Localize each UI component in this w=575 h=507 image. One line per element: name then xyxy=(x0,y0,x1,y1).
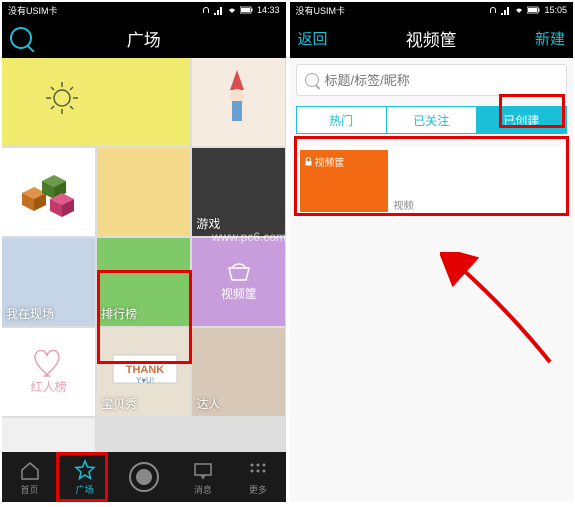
home-icon xyxy=(19,459,41,481)
nav-home[interactable]: 首页 xyxy=(19,459,41,496)
more-icon xyxy=(247,459,269,481)
tile-game[interactable]: 游戏 xyxy=(192,148,285,236)
status-bar: 没有USIM卡 14:33 xyxy=(2,2,286,18)
tile-label: 我在现场 xyxy=(6,305,54,322)
tile-label: 宝贝秀 xyxy=(101,395,137,412)
bottom-nav: 首页 广场 消息 更多 xyxy=(2,452,286,502)
carrier-text: 没有USIM卡 xyxy=(8,4,58,17)
search-input[interactable] xyxy=(325,73,559,88)
tile-featured[interactable] xyxy=(2,58,190,146)
header: 广场 xyxy=(2,18,286,58)
nav-label: 首页 xyxy=(21,483,39,496)
phone-left: 没有USIM卡 14:33 广场 游戏 我在现场 排行榜 xyxy=(2,2,286,502)
status-bar: 没有USIM卡 15:05 xyxy=(290,2,574,18)
header-title: 广场 xyxy=(127,26,161,51)
new-button[interactable]: 新建 xyxy=(535,28,565,49)
carrier-text: 没有USIM卡 xyxy=(296,4,346,17)
tile-talent[interactable]: 达人 xyxy=(192,328,285,416)
wifi-icon xyxy=(514,5,524,15)
tile-video-basket[interactable]: 视频筐 xyxy=(192,238,285,326)
tile-sticks[interactable] xyxy=(97,148,190,236)
tile-label: 红人榜 xyxy=(31,378,67,395)
header-title: 视频筐 xyxy=(406,26,457,51)
signal-icon xyxy=(501,5,511,15)
phone-right: 没有USIM卡 15:05 返回 视频筐 新建 热门 已关注 已创建 xyxy=(290,2,574,502)
wifi-icon xyxy=(227,5,237,15)
svg-text:THANK: THANK xyxy=(126,364,165,376)
tab-followed[interactable]: 已关注 xyxy=(387,107,476,133)
tile-video-content: 视频筐 xyxy=(221,262,257,302)
search-box[interactable] xyxy=(296,64,568,96)
tile-label: 视频筐 xyxy=(221,285,257,302)
search-icon xyxy=(10,27,32,49)
back-button[interactable]: 返回 xyxy=(298,28,328,49)
header: 返回 视频筐 新建 xyxy=(290,18,574,58)
highlight-tab xyxy=(499,94,565,128)
time-text: 14:33 xyxy=(257,5,280,15)
signal-icon xyxy=(214,5,224,15)
nav-label: 更多 xyxy=(249,483,267,496)
blocks-icon xyxy=(12,163,82,223)
battery-icon xyxy=(240,5,254,15)
headphone-icon xyxy=(201,5,211,15)
status-icons: 15:05 xyxy=(488,5,567,15)
heart-icon xyxy=(33,350,65,378)
message-icon xyxy=(192,459,214,481)
tab-hot[interactable]: 热门 xyxy=(297,107,386,133)
watermark: www.pc6.com xyxy=(212,230,286,244)
sun-icon xyxy=(42,78,82,118)
nav-messages[interactable]: 消息 xyxy=(192,459,214,496)
battery-icon xyxy=(527,5,541,15)
basket-icon xyxy=(225,262,253,282)
time-text: 15:05 xyxy=(544,5,567,15)
search-button[interactable] xyxy=(10,27,32,49)
status-icons: 14:33 xyxy=(201,5,280,15)
tile-red-rank[interactable]: 红人榜 xyxy=(2,328,95,416)
arrow-annotation xyxy=(440,252,560,372)
record-icon xyxy=(129,462,159,492)
highlight-item xyxy=(294,136,570,216)
nav-record[interactable] xyxy=(129,462,159,492)
highlight-tile xyxy=(97,270,192,364)
content-grid: 游戏 我在现场 排行榜 视频筐 红人榜 THANKY♥U! 宝贝秀 达人 xyxy=(2,58,286,452)
search-icon xyxy=(305,73,319,87)
tile-gnome[interactable] xyxy=(192,58,285,146)
gnome-icon xyxy=(222,68,252,128)
headphone-icon xyxy=(488,5,498,15)
tile-feet[interactable] xyxy=(2,418,95,452)
highlight-nav xyxy=(56,452,108,502)
nav-label: 消息 xyxy=(194,483,212,496)
tile-blocks[interactable] xyxy=(2,148,95,236)
svg-text:Y♥U!: Y♥U! xyxy=(136,376,154,385)
nav-more[interactable]: 更多 xyxy=(247,459,269,496)
tile-scene[interactable]: 我在现场 xyxy=(2,238,95,326)
tile-label: 达人 xyxy=(196,395,220,412)
